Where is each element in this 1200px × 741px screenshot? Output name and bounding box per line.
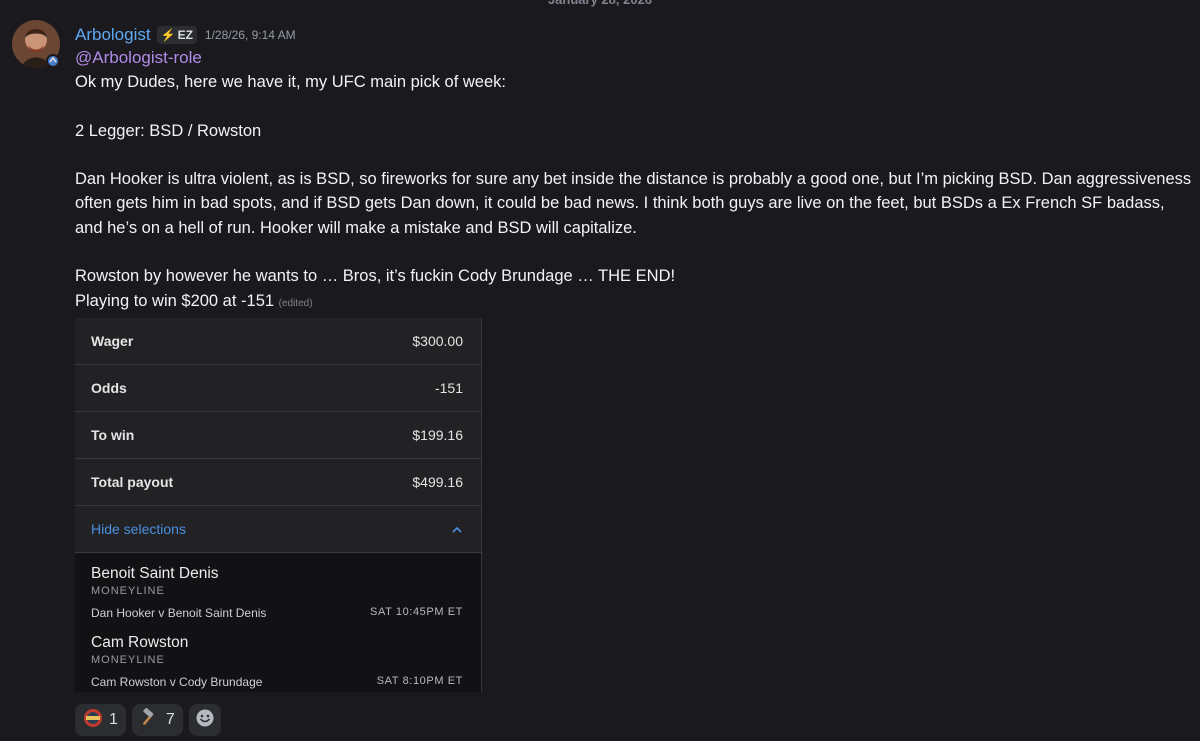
row-value: $199.16: [412, 427, 463, 443]
message-line: Rowston by however he wants to … Bros, i…: [75, 267, 676, 286]
tag-label: EZ: [177, 28, 193, 42]
row-value: $499.16: [412, 474, 463, 490]
hammer-icon: [140, 707, 160, 733]
role-mention[interactable]: @Arbologist-role: [75, 48, 202, 70]
selection-matchup: Dan Hooker v Benoit Saint Denis: [91, 606, 267, 620]
message-line: 2 Legger: BSD / Rowston: [75, 121, 262, 140]
row-label: To win: [91, 427, 135, 443]
selection-time: SAT 8:10PM ET: [376, 675, 463, 687]
bet-slip-image[interactable]: Wager $300.00 Odds -151 To win $199.16 T…: [75, 318, 482, 692]
selection-item: Benoit Saint Denis MONEYLINE Dan Hooker …: [91, 565, 463, 620]
row-label: Odds: [91, 380, 127, 396]
row-value: -151: [434, 380, 463, 396]
selection-matchup-line: Dan Hooker v Benoit Saint Denis SAT 10:4…: [91, 606, 463, 620]
reactions-bar: 1 7: [75, 704, 221, 736]
message-line: [75, 240, 1195, 264]
add-reaction-button[interactable]: [188, 704, 221, 736]
timestamp[interactable]: 1/28/26, 9:14 AM: [205, 28, 296, 42]
reaction-logo[interactable]: 1: [75, 704, 126, 736]
selection-matchup-line: Cam Rowston v Cody Brundage SAT 8:10PM E…: [91, 675, 463, 689]
selection-type: MONEYLINE: [91, 585, 165, 597]
smiley-icon: [195, 708, 215, 733]
hide-selections-toggle: Hide selections: [75, 506, 481, 553]
row-label: Total payout: [91, 474, 174, 490]
selection-item: Cam Rowston MONEYLINE Cam Rowston v Cody…: [91, 634, 463, 689]
edited-marker: (edited): [278, 297, 313, 309]
message-line: Dan Hooker is ultra violent, as is BSD, …: [75, 170, 1196, 237]
selection-type: MONEYLINE: [91, 654, 165, 666]
custom-logo-emoji-icon: [83, 708, 103, 733]
message-line: [75, 94, 1195, 118]
row-label: Wager: [91, 333, 134, 349]
selection-name: Benoit Saint Denis: [91, 565, 219, 582]
message-line: [75, 143, 1195, 167]
message-last-line: Playing to win $200 at -151: [75, 291, 275, 310]
selection-time: SAT 10:45PM ET: [370, 606, 463, 618]
user-tag[interactable]: ⚡ EZ: [156, 26, 197, 44]
reaction-count: 1: [109, 711, 118, 728]
selection-matchup: Cam Rowston v Cody Brundage: [91, 675, 263, 689]
reaction-hammer[interactable]: 7: [131, 704, 183, 736]
wager-row: Wager $300.00: [75, 318, 481, 365]
username[interactable]: Arbologist: [75, 25, 151, 45]
chevron-up-icon: [451, 521, 463, 537]
lightning-icon: ⚡: [160, 28, 176, 42]
odds-row: Odds -151: [75, 365, 481, 412]
row-value: $300.00: [412, 333, 463, 349]
date-divider: January 28, 2026: [0, 0, 1200, 8]
message-line: Ok my Dudes, here we have it, my UFC mai…: [75, 73, 506, 91]
toggle-label: Hide selections: [91, 521, 186, 537]
message-line: Playing to win $200 at -151 (edited): [75, 289, 1195, 316]
message-content: Ok my Dudes, here we have it, my UFC mai…: [75, 70, 1195, 316]
selections-list: Benoit Saint Denis MONEYLINE Dan Hooker …: [75, 553, 481, 692]
selection-name: Cam Rowston: [91, 634, 189, 651]
to-win-row: To win $199.16: [75, 412, 481, 459]
reaction-count: 7: [165, 711, 175, 728]
avatar-status-badge: [46, 54, 60, 68]
total-payout-row: Total payout $499.16: [75, 459, 481, 506]
message-header: Arbologist ⚡ EZ 1/28/26, 9:14 AM: [75, 24, 296, 46]
